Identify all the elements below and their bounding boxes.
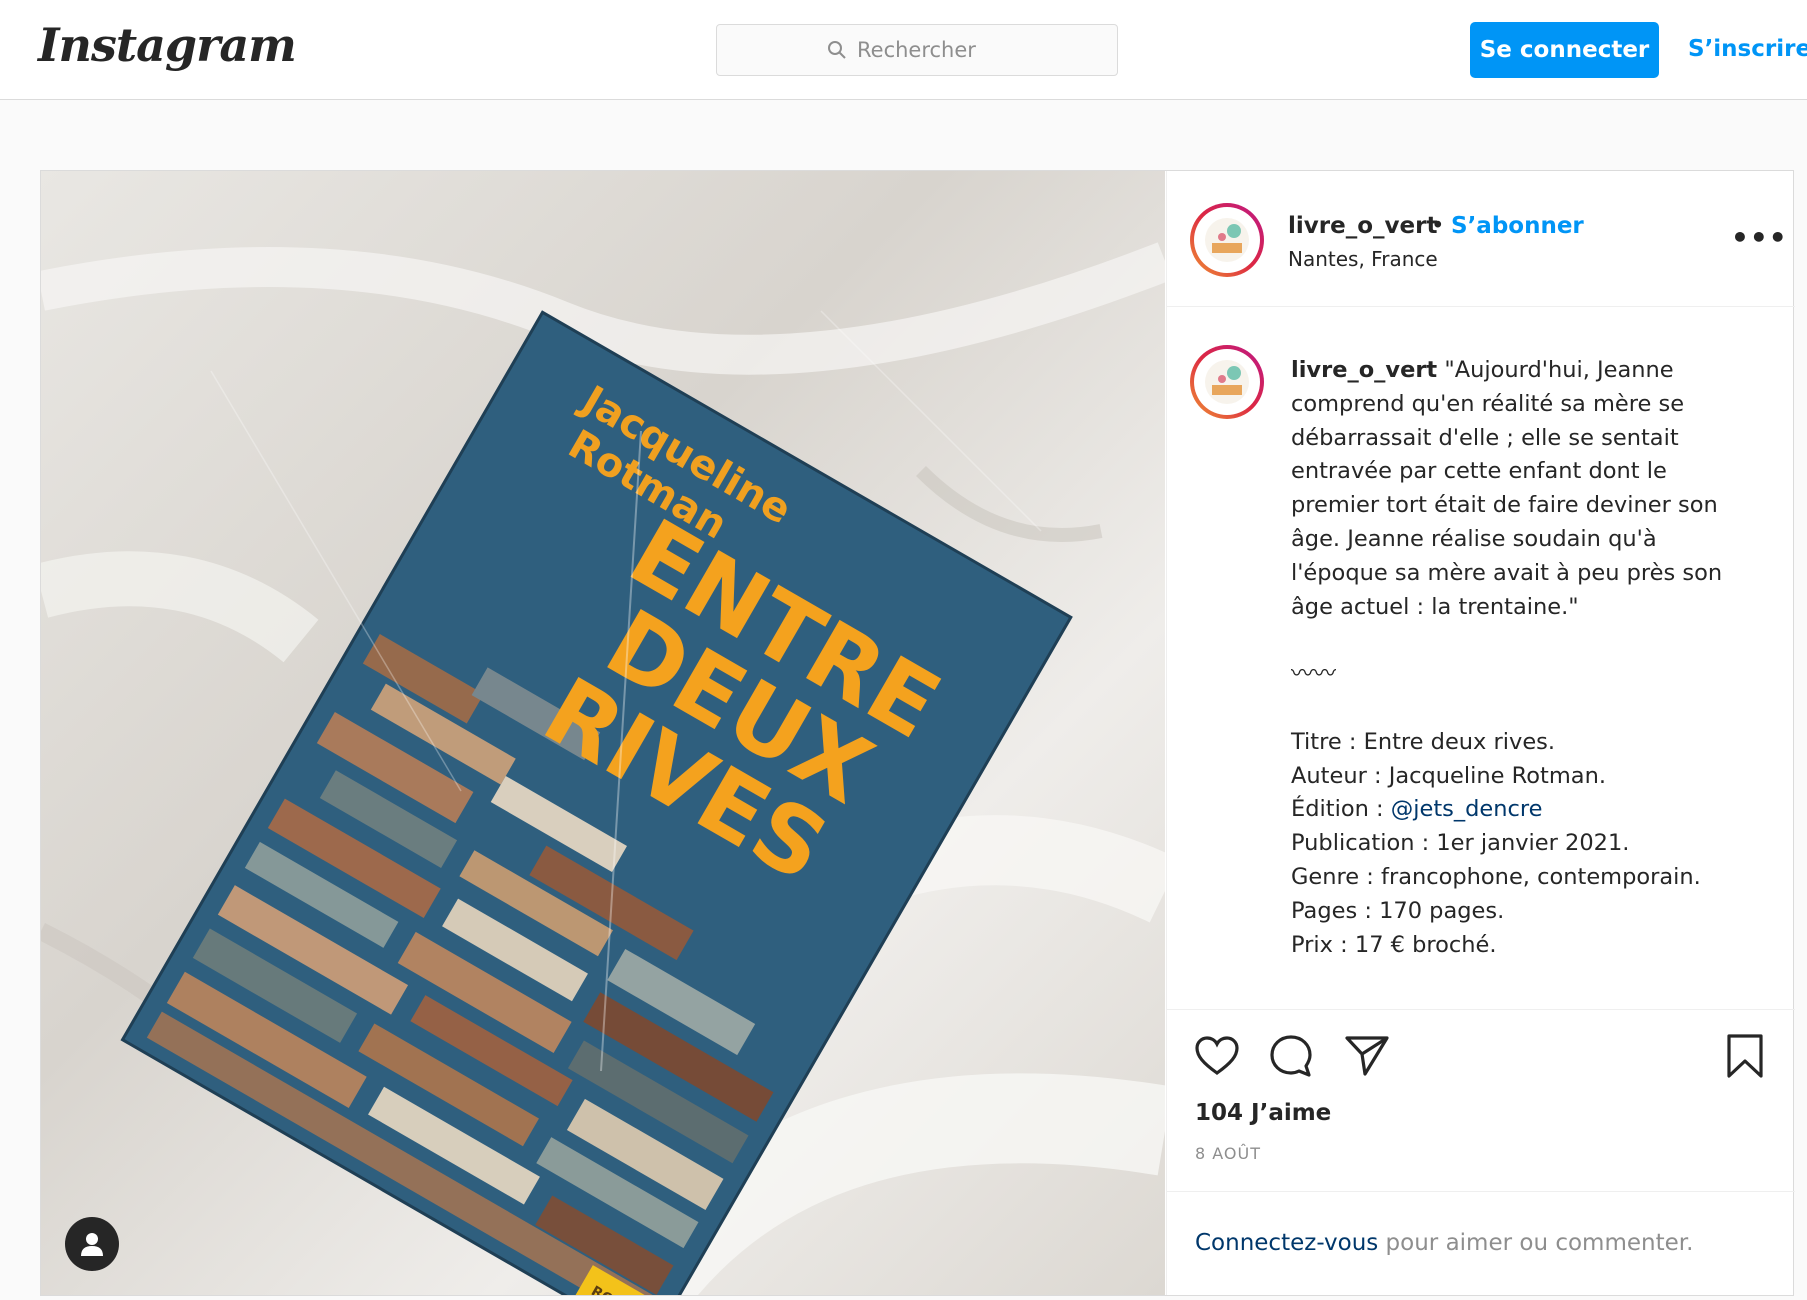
share-icon[interactable] [1343, 1032, 1391, 1080]
caption-price: Prix : 17 € broché. [1291, 931, 1497, 958]
caption-edition-label: Édition : [1291, 796, 1391, 823]
post-header: livre_o_vert • S’abonner Nantes, France … [1167, 171, 1795, 307]
tagged-user-icon[interactable] [65, 1217, 119, 1271]
book-photo-illustration: Jacqueline Rotman ENTRE DEUX RIVES ROMAN [41, 242, 1165, 1295]
search-input[interactable] [857, 38, 1007, 62]
search-box[interactable] [716, 24, 1118, 76]
caption-author: Auteur : Jacqueline Rotman. [1291, 762, 1606, 789]
caption-text-line: l'époque sa mère avait à peu près son [1291, 559, 1723, 586]
post-caption: livre_o_vert "Aujourd'hui, Jeanne compre… [1291, 354, 1761, 962]
login-to-comment-bar: Connectez-vous pour aimer ou commenter. [1167, 1191, 1795, 1295]
instagram-logo[interactable]: Instagram [38, 18, 297, 72]
person-icon [81, 1233, 103, 1256]
livre-o-vert-logo-icon [1205, 360, 1249, 404]
caption-area: livre_o_vert "Aujourd'hui, Jeanne compre… [1167, 308, 1795, 1008]
caption-publication: Publication : 1er janvier 2021. [1291, 830, 1630, 857]
post-date[interactable]: 8 AOÛT [1195, 1144, 1261, 1163]
post-card: Jacqueline Rotman ENTRE DEUX RIVES ROMAN [40, 170, 1795, 1296]
caption-avatar[interactable] [1190, 345, 1264, 419]
post-username[interactable]: livre_o_vert [1288, 213, 1437, 239]
login-button[interactable]: Se connecter [1470, 22, 1659, 78]
livre-o-vert-logo-icon [1205, 218, 1249, 262]
post-actions: 104 J’aime 8 AOÛT [1167, 1009, 1795, 1177]
caption-text-line: débarrassait d'elle ; elle se sentait [1291, 424, 1679, 451]
separator-dot: • [1431, 213, 1445, 239]
login-prompt-text: pour aimer ou commenter. [1378, 1230, 1694, 1256]
caption-username[interactable]: livre_o_vert [1291, 357, 1437, 383]
signup-link[interactable]: S’inscrire [1688, 36, 1807, 62]
caption-text-line: entravée par cette enfant dont le [1291, 458, 1667, 485]
caption-pages: Pages : 170 pages. [1291, 897, 1505, 924]
heart-icon[interactable] [1193, 1032, 1241, 1080]
caption-title: Titre : Entre deux rives. [1291, 728, 1556, 755]
caption-text-line: comprend qu'en réalité sa mère se [1291, 390, 1685, 417]
caption-genre: Genre : francophone, contemporain. [1291, 863, 1701, 890]
post-sidebar: livre_o_vert • S’abonner Nantes, France … [1166, 171, 1795, 1295]
avatar[interactable] [1190, 203, 1264, 277]
post-photo[interactable]: Jacqueline Rotman ENTRE DEUX RIVES ROMAN [41, 171, 1165, 1295]
follow-button[interactable]: S’abonner [1451, 213, 1584, 239]
edition-mention-link[interactable]: @jets_dencre [1391, 796, 1543, 822]
search-icon [828, 41, 846, 59]
more-options-icon[interactable]: ••• [1731, 221, 1788, 254]
post-location[interactable]: Nantes, France [1288, 247, 1438, 271]
caption-text-line: âge actuel : la trentaine." [1291, 593, 1579, 620]
like-count[interactable]: 104 J’aime [1195, 1100, 1331, 1126]
bookmark-icon[interactable] [1721, 1032, 1769, 1080]
top-navigation-bar: Instagram Se connecter S’inscrire [0, 0, 1807, 100]
login-link[interactable]: Connectez-vous [1195, 1230, 1378, 1256]
caption-squiggle: 〰〰 [1291, 661, 1337, 688]
caption-text-line: âge. Jeanne réalise soudain qu'à [1291, 525, 1657, 552]
caption-text-line: "Aujourd'hui, Jeanne [1444, 357, 1674, 383]
caption-text-line: premier tort était de faire deviner son [1291, 492, 1718, 519]
login-prompt: Connectez-vous pour aimer ou commenter. [1195, 1230, 1693, 1256]
comment-icon[interactable] [1267, 1032, 1315, 1080]
